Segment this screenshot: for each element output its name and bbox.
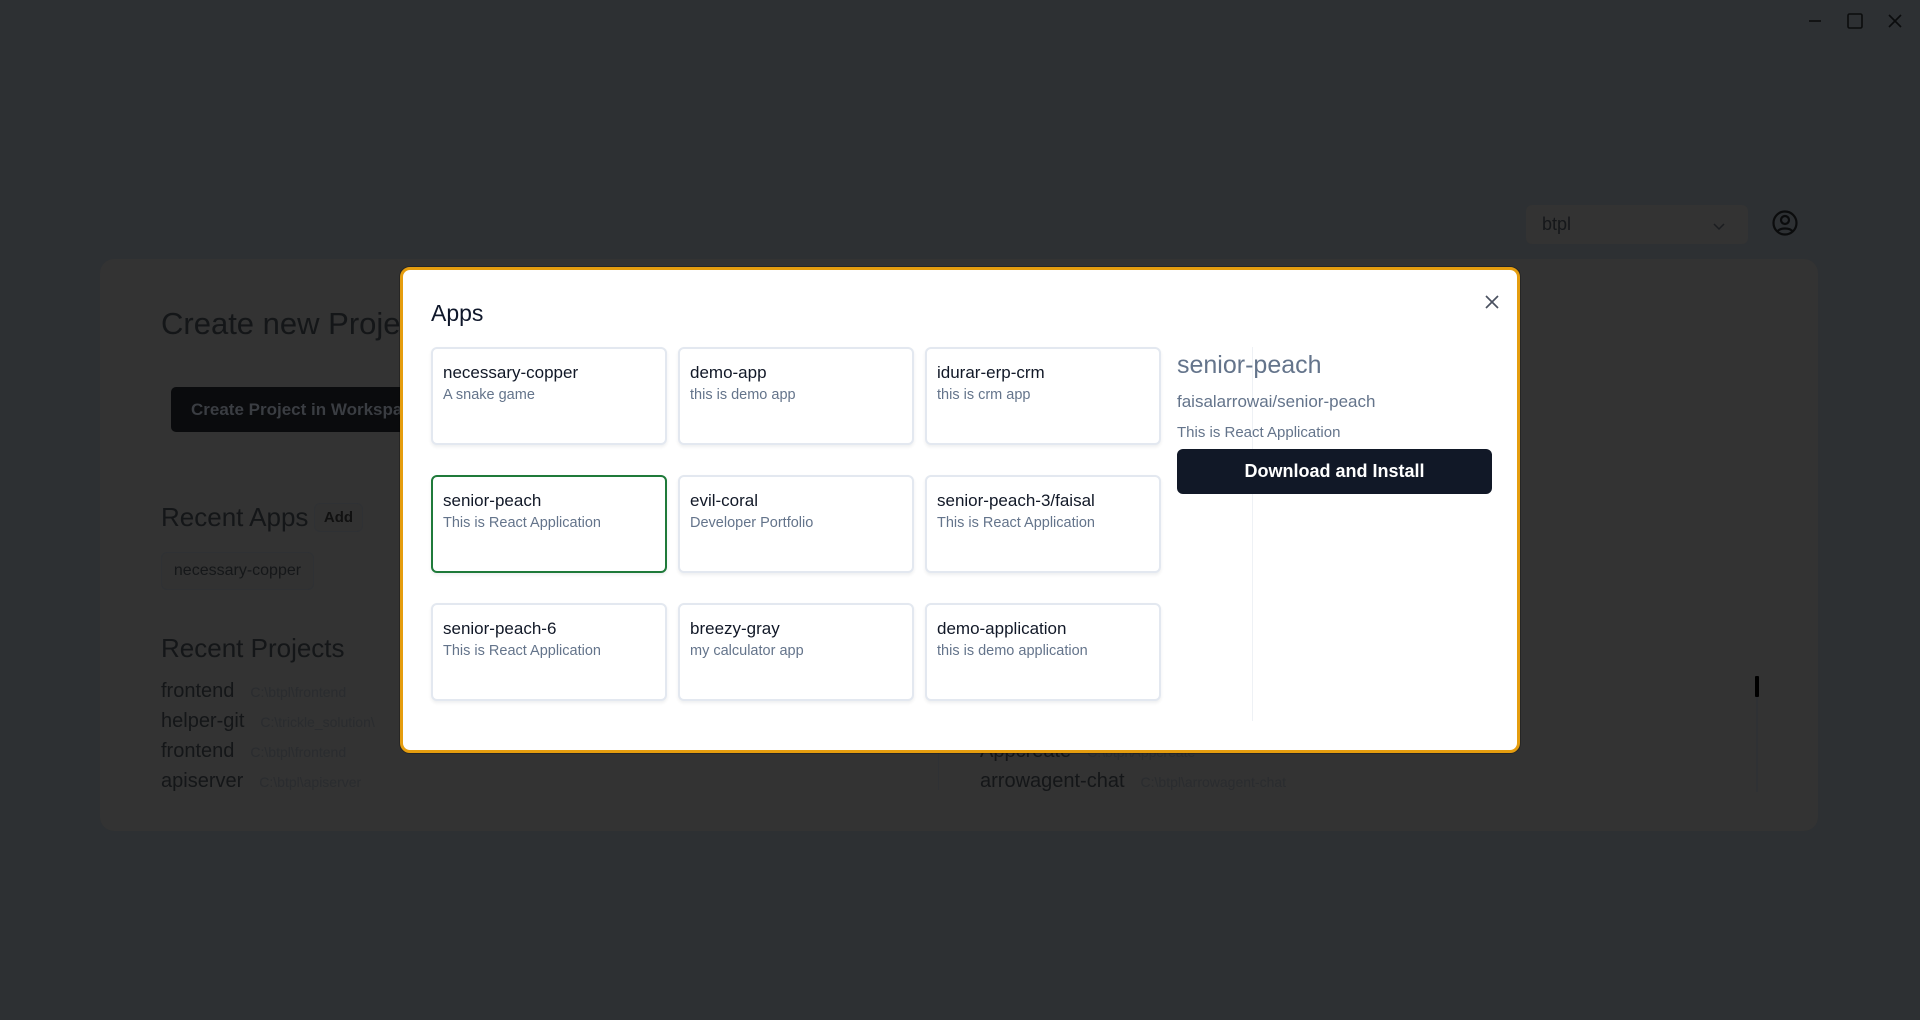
close-icon [1485, 295, 1499, 309]
app-name: senior-peach-6 [443, 619, 557, 638]
app-description: Developer Portfolio [690, 515, 814, 531]
app-description: This is React Application [937, 515, 1095, 531]
app-name: senior-peach-3/faisal [937, 491, 1095, 510]
project-row[interactable]: helper-git C:\trickle_solution\ [161, 710, 375, 740]
project-path: C:\btpl\frontend [250, 684, 347, 700]
app-description: This is React Application [443, 643, 601, 659]
app-description: my calculator app [690, 643, 804, 659]
project-row[interactable]: frontend C:\btpl\frontend [161, 680, 375, 710]
download-install-button[interactable]: Download and Install [1177, 449, 1492, 494]
minimize-icon [1809, 20, 1821, 22]
detail-app-description: This is React Application [1177, 424, 1341, 441]
maximize-icon [1847, 13, 1863, 29]
app-name: demo-app [690, 363, 767, 382]
app-description: A snake game [443, 387, 535, 403]
app-card[interactable]: necessary-copper A snake game [431, 347, 667, 445]
app-card[interactable]: demo-application this is demo applicatio… [925, 603, 1161, 701]
app-description: this is demo application [937, 643, 1088, 659]
app-description: This is React Application [443, 515, 601, 531]
chevron-down-icon [1712, 217, 1726, 238]
app-name: breezy-gray [690, 619, 780, 638]
workspace-select[interactable]: btpl [1526, 205, 1748, 244]
add-app-button[interactable]: Add [314, 503, 363, 532]
app-name: idurar-erp-crm [937, 363, 1045, 382]
user-circle-icon[interactable] [1771, 209, 1799, 237]
recent-projects-title: Recent Projects [161, 633, 345, 663]
app-name: senior-peach [443, 491, 542, 510]
modal-title: Apps [431, 300, 484, 326]
app-card[interactable]: idurar-erp-crm this is crm app [925, 347, 1161, 445]
app-description: this is crm app [937, 387, 1031, 403]
app-card[interactable]: senior-peach-6 This is React Application [431, 603, 667, 701]
apps-grid: necessary-copper A snake game demo-app t… [431, 347, 1253, 721]
minimize-button[interactable] [1800, 8, 1830, 34]
app-name: evil-coral [690, 491, 759, 510]
project-path: C:\btpl\frontend [250, 744, 347, 760]
project-name: apiserver [161, 770, 244, 792]
detail-app-repo: faisalarrowai/senior-peach [1177, 392, 1376, 411]
app-detail-panel: senior-peach faisalarrowai/senior-peach … [1177, 350, 1492, 494]
project-path: C:\btpl\apiserver [259, 774, 362, 790]
project-row[interactable]: frontend C:\btpl\frontend [161, 740, 375, 770]
app-description: this is demo app [690, 387, 796, 403]
create-project-title: Create new Project [161, 306, 425, 341]
app-card[interactable]: breezy-gray my calculator app [678, 603, 914, 701]
project-name: helper-git [161, 710, 245, 732]
app-name: demo-application [937, 619, 1067, 638]
detail-app-name: senior-peach [1177, 351, 1322, 379]
project-name: frontend [161, 680, 235, 702]
project-row[interactable]: arrowagent-chat C:\btpl\arrowagent-chat [980, 770, 1286, 800]
window-close-button[interactable] [1880, 8, 1910, 34]
recent-apps-title: Recent Apps [161, 502, 309, 532]
scrollbar-track[interactable] [1756, 697, 1758, 792]
workspace-select-value: btpl [1542, 214, 1572, 234]
app-card[interactable]: evil-coral Developer Portfolio [678, 475, 914, 573]
recent-projects-list: frontend C:\btpl\frontend helper-git C:\… [161, 680, 375, 800]
scrollbar-thumb[interactable] [1755, 676, 1759, 697]
maximize-button[interactable] [1840, 8, 1870, 34]
create-project-button[interactable]: Create Project in Workspace [171, 387, 431, 432]
project-name: arrowagent-chat [980, 770, 1125, 792]
app-card[interactable]: demo-app this is demo app [678, 347, 914, 445]
project-path: C:\trickle_solution\ [260, 714, 375, 730]
project-name: frontend [161, 740, 235, 762]
recent-app-chip[interactable]: necessary-copper [161, 552, 314, 590]
close-icon [1888, 14, 1902, 28]
app-card[interactable]: senior-peach-3/faisal This is React Appl… [925, 475, 1161, 573]
modal-close-button[interactable] [1480, 290, 1504, 314]
project-path: C:\btpl\arrowagent-chat [1140, 774, 1287, 790]
app-name: necessary-copper [443, 363, 579, 382]
app-card-selected[interactable]: senior-peach This is React Application [431, 475, 667, 573]
project-row[interactable]: apiserver C:\btpl\apiserver [161, 770, 375, 800]
apps-modal: Apps necessary-copper A snake game demo-… [400, 267, 1520, 753]
